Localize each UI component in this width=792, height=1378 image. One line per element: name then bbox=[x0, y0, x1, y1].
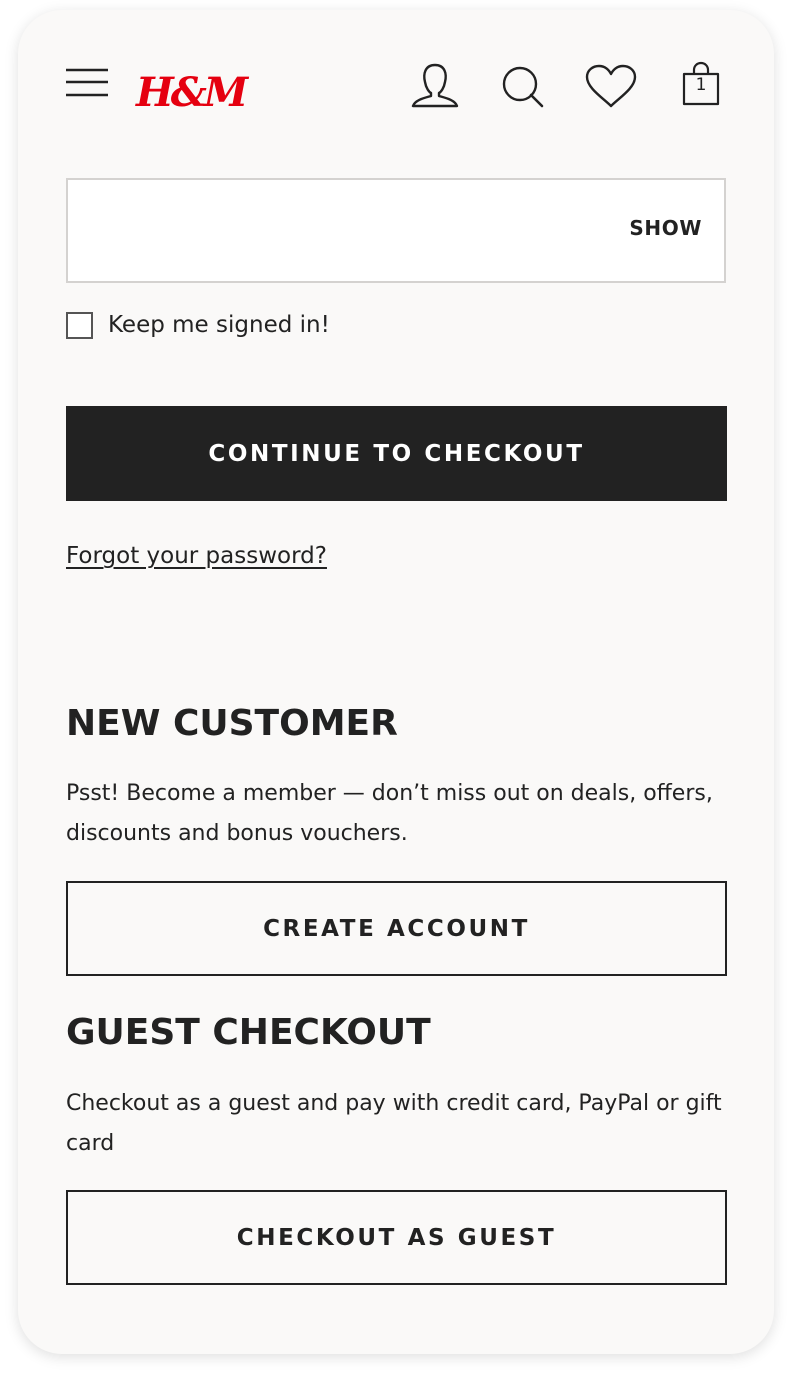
create-account-label: CREATE ACCOUNT bbox=[263, 915, 530, 942]
continue-to-checkout-button[interactable]: CONTINUE TO CHECKOUT bbox=[66, 406, 727, 501]
hm-logo[interactable]: H&M bbox=[136, 68, 248, 118]
password-field[interactable]: SHOW bbox=[66, 178, 726, 283]
keep-signed-in-checkbox[interactable] bbox=[66, 312, 93, 339]
continue-button-label: CONTINUE TO CHECKOUT bbox=[208, 440, 585, 467]
show-password-button[interactable]: SHOW bbox=[629, 216, 702, 240]
shopping-bag-icon[interactable]: 1 bbox=[682, 61, 720, 106]
search-icon[interactable] bbox=[500, 66, 546, 108]
bag-count: 1 bbox=[695, 75, 707, 95]
new-customer-text: Psst! Become a member — don’t miss out o… bbox=[66, 781, 713, 846]
logo-text: H&M bbox=[136, 69, 248, 116]
forgot-password-link[interactable]: Forgot your password? bbox=[66, 541, 327, 571]
hamburger-menu-icon[interactable] bbox=[66, 68, 108, 98]
guest-checkout-text: Checkout as a guest and pay with credit … bbox=[66, 1091, 722, 1156]
heart-icon[interactable] bbox=[585, 64, 637, 108]
create-account-button[interactable]: CREATE ACCOUNT bbox=[66, 881, 727, 976]
guest-checkout-heading: GUEST CHECKOUT bbox=[66, 1012, 431, 1053]
checkout-as-guest-button[interactable]: CHECKOUT AS GUEST bbox=[66, 1190, 727, 1285]
keep-signed-in-label[interactable]: Keep me signed in! bbox=[108, 310, 330, 340]
page-card: H&M 1 SHOW Keep me signed in! CONTINUE T… bbox=[18, 10, 774, 1354]
user-icon[interactable] bbox=[410, 62, 460, 108]
password-input[interactable] bbox=[88, 210, 612, 252]
checkout-as-guest-label: CHECKOUT AS GUEST bbox=[236, 1224, 557, 1251]
new-customer-heading: NEW CUSTOMER bbox=[66, 703, 398, 744]
